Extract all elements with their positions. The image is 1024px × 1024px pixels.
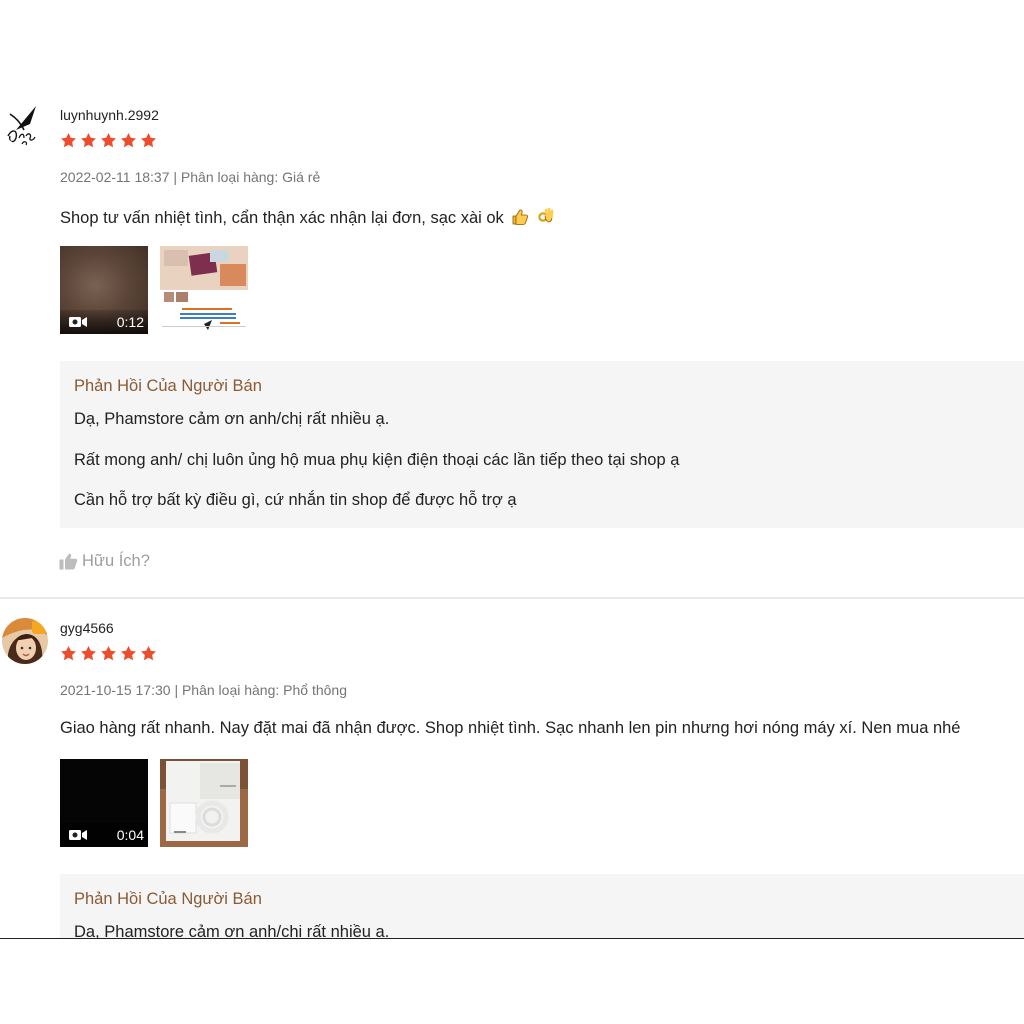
star-icon (60, 132, 77, 149)
star-icon (80, 132, 97, 149)
avatar[interactable] (2, 100, 48, 146)
seller-reply: Phản Hồi Của Người Bán Dạ, Phamstore cảm… (60, 874, 1024, 938)
star-icon (120, 645, 137, 662)
star-icon (80, 645, 97, 662)
review-comment: Shop tư vấn nhiệt tình, cẩn thận xác nhậ… (60, 206, 555, 231)
viewport-bottom-border (0, 938, 1024, 939)
video-duration: 0:04 (116, 827, 144, 843)
avatar[interactable] (2, 618, 48, 664)
review-divider (0, 597, 1024, 599)
seller-reply-line: Dạ, Phamstore cảm ơn anh/chị rất nhiều ạ… (74, 923, 390, 938)
video-overlay: 0:04 (60, 823, 148, 847)
product-photo (160, 759, 248, 847)
user-photo-avatar (2, 618, 48, 664)
signature-avatar-icon (7, 106, 36, 146)
helpful-label: Hữu Ích? (82, 552, 150, 570)
helpful-button[interactable]: Hữu Ích? (59, 552, 150, 571)
photo-thumbnail[interactable] (160, 759, 248, 847)
reviewer-username[interactable]: luynhuynh.2992 (60, 107, 159, 123)
star-icon (60, 645, 77, 662)
seller-reply-line: Cần hỗ trợ bất kỳ điều gì, cứ nhắn tin s… (74, 491, 517, 509)
photo-thumbnail[interactable] (160, 246, 248, 334)
seller-reply-line: Dạ, Phamstore cảm ơn anh/chị rất nhiều ạ… (74, 410, 390, 428)
star-icon (140, 645, 157, 662)
star-icon (140, 132, 157, 149)
review-meta: 2021-10-15 17:30 | Phân loại hàng: Phổ t… (60, 682, 347, 698)
meta-separator: | (173, 169, 178, 185)
seller-reply-line: Rất mong anh/ chị luôn ủng hộ mua phụ ki… (74, 451, 680, 469)
video-thumbnail[interactable]: 0:12 (60, 246, 148, 334)
star-icon (100, 132, 117, 149)
rating-stars (60, 132, 157, 149)
product-photo (160, 246, 248, 330)
meta-separator: | (174, 682, 179, 698)
seller-reply-title: Phản Hồi Của Người Bán (74, 890, 262, 908)
star-icon (120, 132, 137, 149)
variant-label: Phân loại hàng: Giá rẻ (180, 169, 321, 185)
video-camera-icon (69, 830, 87, 840)
seller-reply-title: Phản Hồi Của Người Bán (74, 377, 262, 395)
video-thumbnail[interactable]: 0:04 (60, 759, 148, 847)
video-duration: 0:12 (116, 314, 144, 330)
seller-reply: Phản Hồi Của Người Bán Dạ, Phamstore cảm… (60, 361, 1024, 528)
review-date: 2021-10-15 17:30 (60, 682, 171, 698)
review-comment: Giao hàng rất nhanh. Nay đặt mai đã nhận… (60, 719, 961, 737)
comment-text: Shop tư vấn nhiệt tình, cẩn thận xác nhậ… (60, 209, 504, 227)
review-media: 0:12 (60, 246, 248, 334)
reviews-viewport: luynhuynh.2992 2022-02-11 18:37 | Phân l… (0, 0, 1024, 938)
video-overlay: 0:12 (60, 310, 148, 334)
review-meta: 2022-02-11 18:37 | Phân loại hàng: Giá r… (60, 169, 320, 185)
reviewer-username[interactable]: gyg4566 (60, 620, 114, 636)
star-icon (100, 645, 117, 662)
review-media: 0:04 (60, 759, 248, 847)
rating-stars (60, 645, 157, 662)
thumbs-up-icon (59, 553, 78, 570)
ok-hand-emoji (537, 206, 555, 231)
video-camera-icon (69, 317, 87, 327)
review-date: 2022-02-11 18:37 (60, 169, 170, 185)
thumbs-up-emoji (511, 208, 529, 231)
variant-label: Phân loại hàng: Phổ thông (181, 682, 347, 698)
